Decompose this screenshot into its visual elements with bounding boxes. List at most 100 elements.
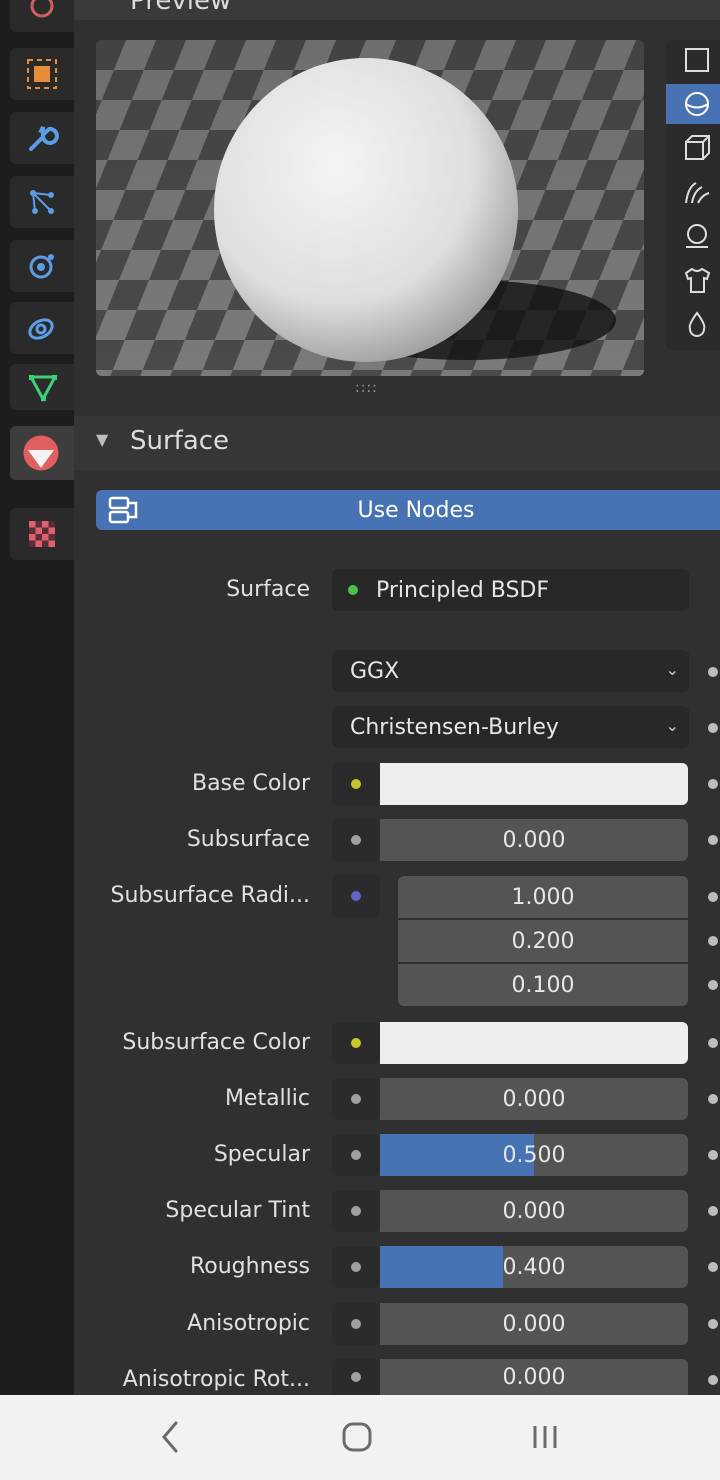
metallic-value: 0.000 — [502, 1086, 566, 1112]
keyframe-dot-icon[interactable] — [708, 723, 718, 733]
color-socket-icon — [351, 779, 361, 789]
preview-hair-button[interactable] — [666, 172, 720, 212]
preview-flat-button[interactable] — [666, 40, 720, 80]
keyframe-dot-icon[interactable] — [708, 835, 718, 845]
anisotropic-rotation-label: Anisotropic Rot... — [122, 1367, 310, 1392]
subsurface-color-socket[interactable] — [332, 1022, 380, 1064]
tab-object[interactable] — [10, 48, 74, 100]
tab-modifiers[interactable] — [10, 112, 74, 164]
subsurface-field[interactable]: 0.000 — [380, 819, 688, 861]
material-icon — [23, 435, 59, 471]
subsurface-radius-x-field[interactable]: 1.000 — [398, 876, 688, 918]
mesh-data-icon — [28, 375, 58, 403]
specular-tint-field[interactable]: 0.000 — [380, 1190, 688, 1232]
anisotropic-rotation-socket[interactable] — [332, 1359, 380, 1395]
base-color-label: Base Color — [191, 771, 310, 796]
roughness-field[interactable]: 0.400 — [380, 1246, 688, 1288]
metallic-field[interactable]: 0.000 — [380, 1078, 688, 1120]
render-icon — [30, 0, 54, 18]
keyframe-dot-icon[interactable] — [708, 1319, 718, 1329]
chevron-down-icon: ⌄ — [665, 716, 679, 735]
keyframe-dot-icon[interactable] — [708, 1094, 718, 1104]
node-tree-icon — [106, 494, 144, 530]
specular-socket[interactable] — [332, 1134, 380, 1176]
subsurface-radius-y-field[interactable]: 0.200 — [398, 920, 688, 962]
roughness-value: 0.400 — [502, 1254, 566, 1280]
preview-render — [96, 40, 644, 376]
float-socket-icon — [351, 1319, 361, 1329]
keyframe-dot-icon[interactable] — [708, 667, 718, 677]
base-color-swatch[interactable] — [380, 763, 688, 805]
recent-apps-icon[interactable] — [530, 1423, 562, 1451]
use-nodes-label: Use Nodes — [357, 497, 475, 523]
tab-particles[interactable] — [10, 176, 74, 228]
preview-monkey-button[interactable] — [666, 216, 720, 256]
preview-sphere-button[interactable] — [666, 84, 720, 124]
roughness-fill — [380, 1246, 504, 1288]
tab-constraints[interactable] — [10, 302, 74, 354]
cloth-preview-icon — [684, 267, 711, 293]
tab-physics[interactable] — [10, 240, 74, 292]
chevron-down-icon: ⌄ — [665, 660, 679, 679]
subsurface-color-swatch[interactable] — [380, 1022, 688, 1064]
subsurface-radius-z-field[interactable]: 0.100 — [398, 964, 688, 1006]
subsurface-socket[interactable] — [332, 819, 380, 861]
monkey-preview-icon — [686, 224, 708, 248]
keyframe-dot-icon[interactable] — [708, 1262, 718, 1272]
subsurface-label: Subsurface — [186, 827, 310, 852]
float-socket-icon — [351, 1150, 361, 1160]
anisotropic-field[interactable]: 0.000 — [380, 1303, 688, 1345]
specular-field[interactable]: 0.500 — [380, 1134, 688, 1176]
vector-socket-icon — [351, 891, 361, 901]
surface-section-title: Surface — [130, 426, 230, 456]
fluid-preview-icon — [688, 311, 706, 337]
specular-tint-value: 0.000 — [502, 1198, 566, 1224]
metallic-label: Metallic — [224, 1086, 310, 1111]
subsurface-radius-x-value: 1.000 — [511, 884, 575, 910]
specular-tint-socket[interactable] — [332, 1190, 380, 1232]
specular-label: Specular — [213, 1142, 310, 1167]
tab-render[interactable] — [10, 0, 74, 32]
subsurface-method-dropdown[interactable]: Christensen-Burley ⌄ — [332, 706, 689, 748]
keyframe-dot-icon[interactable] — [708, 1206, 718, 1216]
float-socket-icon — [351, 1094, 361, 1104]
keyframe-dot-icon[interactable] — [708, 892, 718, 902]
specular-value: 0.500 — [502, 1142, 566, 1168]
shader-socket-icon — [348, 585, 358, 595]
preview-cloth-button[interactable] — [666, 260, 720, 300]
metallic-socket[interactable] — [332, 1078, 380, 1120]
distribution-dropdown[interactable]: GGX ⌄ — [332, 650, 689, 692]
checker-texture-icon — [29, 521, 55, 547]
float-socket-icon — [351, 1206, 361, 1216]
preview-shape-buttons — [666, 40, 720, 350]
anisotropic-rotation-value: 0.000 — [502, 1364, 566, 1390]
base-color-socket[interactable] — [332, 763, 380, 805]
preview-cube-button[interactable] — [666, 128, 720, 168]
cube-preview-icon — [685, 135, 710, 160]
keyframe-dot-icon[interactable] — [708, 936, 718, 946]
anisotropic-rotation-field[interactable]: 0.000 — [380, 1359, 688, 1395]
roughness-socket[interactable] — [332, 1246, 380, 1288]
keyframe-dot-icon[interactable] — [708, 1375, 718, 1385]
preview-resize-handle[interactable]: :::: — [355, 380, 378, 396]
keyframe-dot-icon[interactable] — [708, 980, 718, 990]
surface-shader-selector[interactable]: Principled BSDF — [332, 569, 689, 611]
flat-preview-icon — [685, 48, 709, 72]
specular-tint-label: Specular Tint — [165, 1198, 310, 1223]
subsurface-radius-socket[interactable] — [332, 875, 380, 917]
keyframe-dot-icon[interactable] — [708, 1150, 718, 1160]
home-icon[interactable] — [340, 1421, 376, 1453]
subsurface-method-value: Christensen-Burley — [350, 714, 559, 740]
anisotropic-socket[interactable] — [332, 1303, 380, 1345]
preview-fluid-button[interactable] — [666, 304, 720, 344]
tab-texture[interactable] — [10, 508, 74, 560]
anisotropic-value: 0.000 — [502, 1311, 566, 1337]
keyframe-dot-icon[interactable] — [708, 1038, 718, 1048]
anisotropic-label: Anisotropic — [187, 1311, 310, 1336]
subsurface-value: 0.000 — [502, 827, 566, 853]
back-icon[interactable] — [158, 1419, 182, 1455]
use-nodes-button[interactable]: Use Nodes — [96, 490, 720, 530]
keyframe-dot-icon[interactable] — [708, 779, 718, 789]
android-navigation-bar — [0, 1395, 720, 1480]
chevron-down-icon: ▼ — [96, 430, 109, 449]
